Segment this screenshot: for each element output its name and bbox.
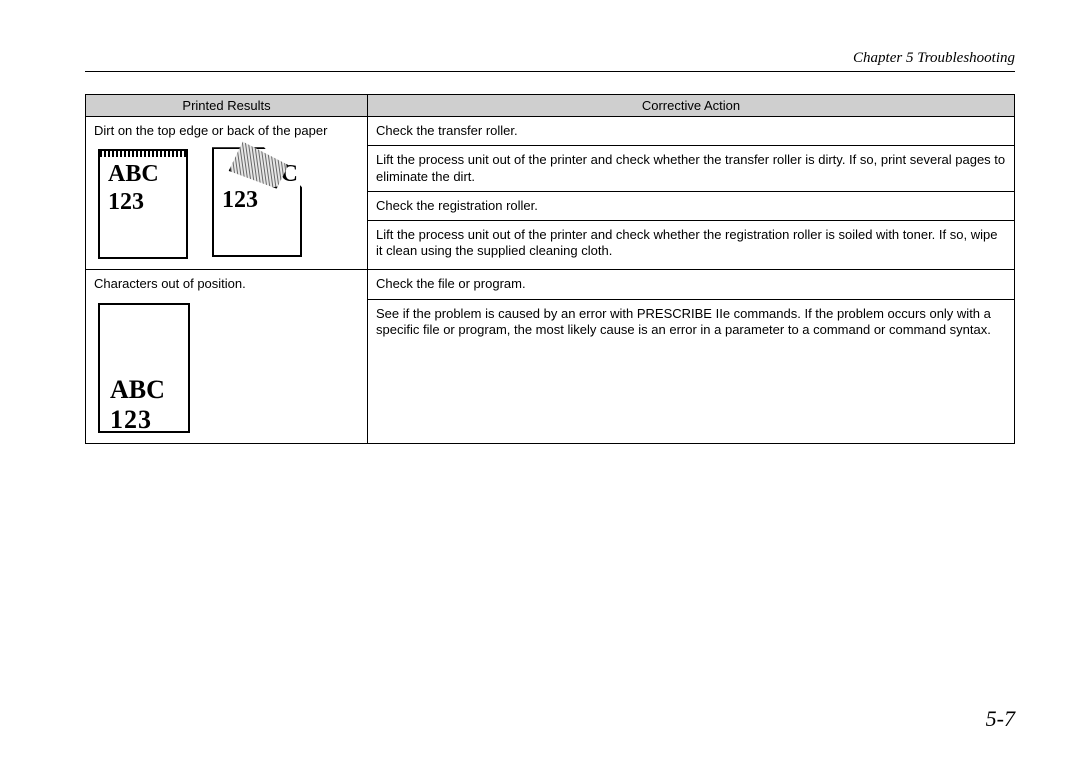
sample-text-abc: ABC [110, 375, 165, 405]
cell-corrective-action: Check the file or program. See if the pr… [368, 270, 1015, 443]
chapter-title: Chapter 5 Troubleshooting [85, 50, 1015, 71]
col-header-corrective-action: Corrective Action [368, 95, 1015, 117]
printed-results-text: Characters out of position. [94, 276, 359, 292]
table-header-row: Printed Results Corrective Action [86, 95, 1015, 117]
sample-text-123: 123 [110, 405, 152, 433]
page-content: Chapter 5 Troubleshooting Printed Result… [0, 0, 1080, 764]
printed-results-text: Dirt on the top edge or back of the pape… [94, 123, 359, 139]
sample-text-abc: ABC [108, 161, 159, 188]
troubleshooting-table: Printed Results Corrective Action Dirt o… [85, 94, 1015, 444]
action-text: Lift the process unit out of the printer… [368, 221, 1014, 266]
page-number: 5-7 [986, 706, 1015, 732]
sample-text-123: 123 [222, 187, 258, 214]
cell-corrective-action: Check the transfer roller. Lift the proc… [368, 117, 1015, 270]
cell-printed-results: Characters out of position. ABC 123 [86, 270, 368, 443]
action-text: Check the transfer roller. [368, 117, 1014, 146]
thumbnail-folded-corner: 123 C [214, 149, 304, 259]
thumbnail-characters-out-of-position: ABC 123 [98, 303, 190, 433]
action-text: Check the registration roller. [368, 192, 1014, 221]
action-text: See if the problem is caused by an error… [368, 300, 1014, 399]
thumbnail-dirt-top-edge: ABC 123 [98, 149, 188, 259]
sample-text-123: 123 [108, 189, 144, 216]
table-row: Dirt on the top edge or back of the pape… [86, 117, 1015, 270]
action-text: Lift the process unit out of the printer… [368, 146, 1014, 192]
page-header: Chapter 5 Troubleshooting [85, 50, 1015, 72]
action-text: Check the file or program. [368, 270, 1014, 299]
table-row: Characters out of position. ABC 123 Chec… [86, 270, 1015, 443]
col-header-printed-results: Printed Results [86, 95, 368, 117]
cell-printed-results: Dirt on the top edge or back of the pape… [86, 117, 368, 270]
example-thumbnails: ABC 123 123 C [98, 149, 359, 259]
